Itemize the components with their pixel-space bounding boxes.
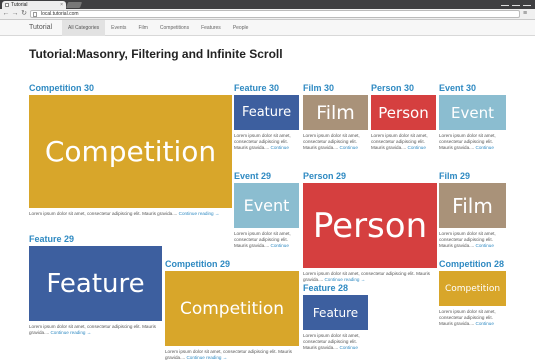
post-thumbnail[interactable]: Feature xyxy=(29,246,162,321)
nav-item-all-categories[interactable]: All Categories xyxy=(62,20,106,36)
post-excerpt: Lorem ipsum dolor sit amet, consectetur … xyxy=(439,231,506,249)
nav-item-features[interactable]: Features xyxy=(195,20,227,36)
post-card-event-29: Event 29 Event Lorem ipsum dolor sit amet,… xyxy=(234,170,299,248)
window-controls xyxy=(501,0,531,8)
post-title[interactable]: Feature 29 xyxy=(29,233,162,245)
post-card-competition-28: Competition 28 Competition Lorem ipsum dol… xyxy=(439,258,506,326)
post-excerpt: Lorem ipsum dolor sit amet, consectetur … xyxy=(165,349,299,360)
post-card-competition-30: Competition 30 Competition Lorem ipsum dol… xyxy=(29,82,232,216)
new-tab-button[interactable] xyxy=(65,2,83,8)
back-icon[interactable]: ← xyxy=(2,10,10,18)
post-excerpt: Lorem ipsum dolor sit amet, consectetur … xyxy=(303,333,368,351)
post-thumbnail[interactable]: Competition xyxy=(165,271,299,346)
post-title[interactable]: Competition 28 xyxy=(439,258,506,270)
post-title[interactable]: Competition 30 xyxy=(29,82,232,94)
post-card-person-30: Person 30 Person Lorem ipsum dolor sit ame… xyxy=(371,82,436,150)
post-excerpt: Lorem ipsum dolor sit amet, consectetur … xyxy=(439,309,506,327)
close-window-button[interactable] xyxy=(523,0,531,6)
page-title: Tutorial:Masonry, Filtering and Infinite… xyxy=(29,47,283,61)
continue-reading-link[interactable]: Continue reading → xyxy=(179,211,220,216)
browser-tab-strip: Tutorial × xyxy=(0,0,535,9)
post-thumbnail[interactable]: Person xyxy=(303,183,437,268)
excerpt-text: Lorem ipsum dolor sit amet, consectetur … xyxy=(303,271,430,282)
post-title[interactable]: Feature 28 xyxy=(303,282,368,294)
post-excerpt: Lorem ipsum dolor sit amet, consectetur … xyxy=(29,324,162,336)
post-excerpt: Lorem ipsum dolor sit amet, consectetur … xyxy=(29,211,232,217)
url-input[interactable]: local.tutorial.com xyxy=(30,10,520,18)
post-excerpt: Lorem ipsum dolor sit amet, consectetur … xyxy=(303,133,368,151)
post-card-feature-28: Feature 28 Feature Lorem ipsum dolor sit a… xyxy=(303,282,368,350)
post-excerpt: Lorem ipsum dolor sit amet, consectetur … xyxy=(371,133,436,151)
post-excerpt: Lorem ipsum dolor sit amet, consectetur … xyxy=(234,231,299,249)
post-title[interactable]: Film 29 xyxy=(439,170,506,182)
forward-icon[interactable]: → xyxy=(11,10,19,18)
post-thumbnail[interactable]: Competition xyxy=(439,271,506,306)
address-bar: ← → ↻ local.tutorial.com ≡ xyxy=(0,9,535,20)
post-title[interactable]: Event 29 xyxy=(234,170,299,182)
post-title[interactable]: Event 30 xyxy=(439,82,506,94)
post-card-competition-29: Competition 29 Competition Lorem ipsum dol… xyxy=(165,258,299,360)
post-card-film-30: Film 30 Film Lorem ipsum dolor sit amet, c… xyxy=(303,82,368,150)
post-title[interactable]: Person 29 xyxy=(303,170,437,182)
maximize-button[interactable] xyxy=(512,0,520,6)
post-thumbnail[interactable]: Feature xyxy=(303,295,368,330)
tab-title: Tutorial xyxy=(11,2,28,8)
post-title[interactable]: Feature 30 xyxy=(234,82,299,94)
post-thumbnail[interactable]: Event xyxy=(439,95,506,130)
post-card-feature-29: Feature 29 Feature Lorem ipsum dolor sit a… xyxy=(29,233,162,335)
post-card-person-29: Person 29 Person Lorem ipsum dolor sit ame… xyxy=(303,170,437,282)
menu-icon[interactable]: ≡ xyxy=(523,10,531,18)
page-icon xyxy=(5,3,9,7)
post-thumbnail[interactable]: Feature xyxy=(234,95,299,130)
post-card-feature-30: Feature 30 Feature Lorem ipsum dolor sit a… xyxy=(234,82,299,150)
browser-tab[interactable]: Tutorial × xyxy=(2,1,66,9)
excerpt-text: Lorem ipsum dolor sit amet, consectetur … xyxy=(29,324,156,335)
minimize-button[interactable] xyxy=(501,0,509,6)
post-thumbnail[interactable]: Competition xyxy=(29,95,232,208)
post-excerpt: Lorem ipsum dolor sit amet, consectetur … xyxy=(439,133,506,151)
continue-reading-link[interactable]: Continue reading → xyxy=(186,355,227,360)
continue-reading-link[interactable]: Continue reading → xyxy=(50,330,91,335)
post-thumbnail[interactable]: Event xyxy=(234,183,299,228)
nav-item-competitions[interactable]: Competitions xyxy=(154,20,195,36)
url-text: local.tutorial.com xyxy=(41,11,79,17)
post-title[interactable]: Film 30 xyxy=(303,82,368,94)
post-card-film-29: Film 29 Film Lorem ipsum dolor sit amet, c… xyxy=(439,170,506,248)
nav-item-film[interactable]: Film xyxy=(132,20,153,36)
site-navbar: Tutorial All Categories Events Film Comp… xyxy=(0,20,535,36)
brand-link[interactable]: Tutorial xyxy=(29,20,52,36)
post-excerpt: Lorem ipsum dolor sit amet, consectetur … xyxy=(234,133,299,151)
excerpt-text: Lorem ipsum dolor sit amet, consectetur … xyxy=(29,211,179,216)
nav-item-people[interactable]: People xyxy=(227,20,255,36)
post-thumbnail[interactable]: Person xyxy=(371,95,436,130)
page-icon xyxy=(33,12,37,17)
post-title[interactable]: Competition 29 xyxy=(165,258,299,270)
close-icon[interactable]: × xyxy=(60,1,63,9)
post-thumbnail[interactable]: Film xyxy=(303,95,368,130)
excerpt-text: Lorem ipsum dolor sit amet, consectetur … xyxy=(165,349,292,360)
post-card-event-30: Event 30 Event Lorem ipsum dolor sit amet,… xyxy=(439,82,506,150)
nav-item-events[interactable]: Events xyxy=(105,20,132,36)
post-title[interactable]: Person 30 xyxy=(371,82,436,94)
reload-icon[interactable]: ↻ xyxy=(20,10,28,18)
post-thumbnail[interactable]: Film xyxy=(439,183,506,228)
category-nav: All Categories Events Film Competitions … xyxy=(62,20,254,36)
